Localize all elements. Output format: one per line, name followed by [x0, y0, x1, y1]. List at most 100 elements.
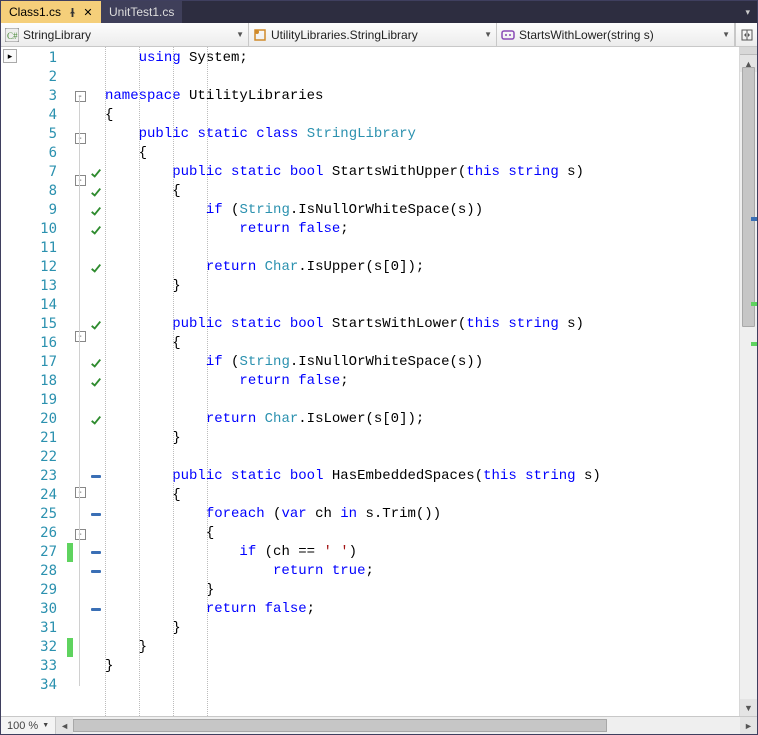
collapse-region-button[interactable]: -	[75, 91, 86, 102]
code-line[interactable]: }	[105, 619, 739, 638]
line-number: 27	[1, 543, 67, 562]
coverage-covered-icon	[87, 372, 105, 391]
collapse-region-button[interactable]: -	[75, 529, 86, 540]
coverage-uncovered-icon	[87, 467, 105, 486]
code-line[interactable]: return false;	[105, 600, 739, 619]
line-number: 25	[1, 505, 67, 524]
overview-change-mark	[751, 302, 757, 306]
code-line[interactable]: {	[105, 524, 739, 543]
code-line[interactable]: {	[105, 144, 739, 163]
code-line[interactable]	[105, 676, 739, 695]
coverage-empty	[87, 524, 105, 543]
code-line[interactable]: {	[105, 334, 739, 353]
tab-overflow-icon[interactable]: ▾	[742, 7, 753, 18]
scroll-down-button[interactable]: ▼	[740, 699, 757, 716]
chevron-down-icon: ▼	[484, 30, 492, 39]
scrollbar-thumb[interactable]	[742, 67, 755, 327]
code-line[interactable]: {	[105, 486, 739, 505]
line-number: 5	[1, 125, 67, 144]
tab-unittest1[interactable]: UnitTest1.cs	[101, 1, 182, 23]
overview-change-mark	[751, 342, 757, 346]
coverage-empty	[87, 49, 105, 68]
status-bar: 100 % ▼ ◄ ►	[1, 716, 757, 734]
splitter-handle[interactable]	[740, 47, 757, 55]
line-number: 17	[1, 353, 67, 372]
tab-class1[interactable]: Class1.cs ✕	[1, 1, 101, 23]
coverage-covered-icon	[87, 201, 105, 220]
split-editor-button[interactable]	[735, 23, 757, 46]
code-line[interactable]: }	[105, 277, 739, 296]
scroll-left-button[interactable]: ◄	[56, 717, 73, 734]
code-line[interactable]: }	[105, 581, 739, 600]
scrollbar-thumb[interactable]	[73, 719, 606, 732]
code-line[interactable]: namespace UtilityLibraries	[105, 87, 739, 106]
code-line[interactable]: return Char.IsUpper(s[0]);	[105, 258, 739, 277]
line-number: 23	[1, 467, 67, 486]
code-line[interactable]: public static class StringLibrary	[105, 125, 739, 144]
code-line[interactable]: }	[105, 638, 739, 657]
code-line[interactable]	[105, 296, 739, 315]
code-line[interactable]: if (ch == ' ')	[105, 543, 739, 562]
dropdown-toggle-button[interactable]: ▸	[3, 49, 17, 63]
code-line[interactable]: return false;	[105, 372, 739, 391]
coverage-empty	[87, 486, 105, 505]
line-number: 18	[1, 372, 67, 391]
coverage-uncovered-icon	[87, 505, 105, 524]
code-line[interactable]: foreach (var ch in s.Trim())	[105, 505, 739, 524]
code-line[interactable]: if (String.IsNullOrWhiteSpace(s))	[105, 353, 739, 372]
coverage-empty	[87, 619, 105, 638]
coverage-covered-icon	[87, 182, 105, 201]
code-line[interactable]: public static bool StartsWithLower(this …	[105, 315, 739, 334]
scroll-right-button[interactable]: ►	[740, 717, 757, 734]
coverage-empty	[87, 676, 105, 695]
zoom-value: 100 %	[7, 720, 38, 732]
line-number: 33	[1, 657, 67, 676]
code-line[interactable]: }	[105, 657, 739, 676]
horizontal-scrollbar[interactable]: ◄ ►	[56, 717, 757, 734]
code-line[interactable]: }	[105, 429, 739, 448]
code-line[interactable]: public static bool HasEmbeddedSpaces(thi…	[105, 467, 739, 486]
project-dropdown[interactable]: C# StringLibrary ▼	[1, 23, 249, 46]
line-number: 31	[1, 619, 67, 638]
collapse-region-button[interactable]: -	[75, 331, 86, 342]
code-line[interactable]: using System;	[105, 49, 739, 68]
code-line[interactable]	[105, 448, 739, 467]
line-number: 14	[1, 296, 67, 315]
member-name: StartsWithLower(string s)	[519, 28, 718, 42]
code-editor[interactable]: ▸ 12345678910111213141516171819202122232…	[1, 47, 757, 716]
code-line[interactable]: return true;	[105, 562, 739, 581]
code-line[interactable]: return false;	[105, 220, 739, 239]
line-number: 32	[1, 638, 67, 657]
overview-caret-mark	[751, 217, 757, 221]
collapse-region-button[interactable]: -	[75, 133, 86, 144]
code-line[interactable]: public static bool StartsWithUpper(this …	[105, 163, 739, 182]
tab-label: Class1.cs	[9, 5, 61, 19]
line-number: 3	[1, 87, 67, 106]
line-number: 4	[1, 106, 67, 125]
coverage-empty	[87, 144, 105, 163]
class-icon	[253, 28, 267, 42]
line-number: 22	[1, 448, 67, 467]
coverage-empty	[87, 448, 105, 467]
coverage-empty	[87, 334, 105, 353]
collapse-region-button[interactable]: -	[75, 175, 86, 186]
code-line[interactable]	[105, 68, 739, 87]
outline-column: - - - - - -	[73, 47, 87, 716]
vertical-scrollbar[interactable]: ▲ ▼	[739, 47, 757, 716]
code-line[interactable]	[105, 391, 739, 410]
code-line[interactable]	[105, 239, 739, 258]
coverage-empty	[87, 125, 105, 144]
coverage-uncovered-icon	[87, 543, 105, 562]
code-line[interactable]: if (String.IsNullOrWhiteSpace(s))	[105, 201, 739, 220]
code-line[interactable]: return Char.IsLower(s[0]);	[105, 410, 739, 429]
code-line[interactable]: {	[105, 106, 739, 125]
pin-icon[interactable]	[67, 7, 77, 17]
code-content[interactable]: using System;namespace UtilityLibraries{…	[105, 47, 739, 716]
class-dropdown[interactable]: UtilityLibraries.StringLibrary ▼	[249, 23, 497, 46]
collapse-region-button[interactable]: -	[75, 487, 86, 498]
tab-label: UnitTest1.cs	[109, 5, 174, 19]
code-line[interactable]: {	[105, 182, 739, 201]
close-icon[interactable]: ✕	[83, 7, 93, 17]
zoom-dropdown[interactable]: 100 % ▼	[1, 717, 56, 734]
member-dropdown[interactable]: StartsWithLower(string s) ▼	[497, 23, 735, 46]
